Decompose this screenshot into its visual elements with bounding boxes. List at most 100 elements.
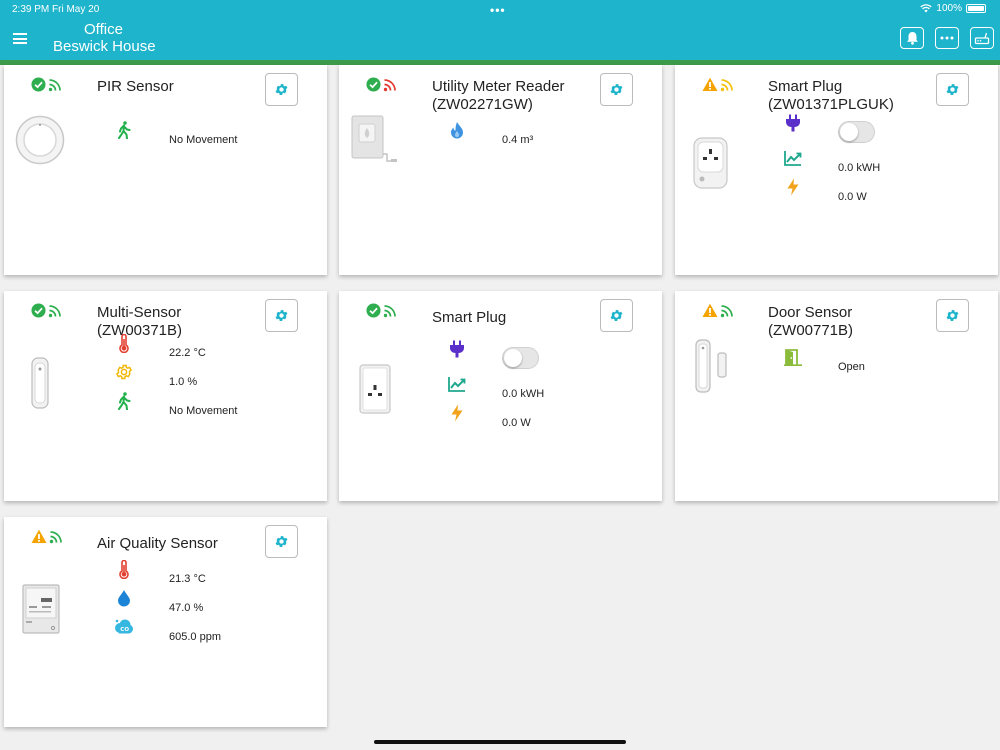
reading-value: 0.0 kWH bbox=[838, 162, 881, 174]
walking-person-icon bbox=[114, 391, 134, 411]
signal-icon bbox=[720, 78, 733, 91]
thermometer-icon bbox=[114, 333, 134, 353]
device-title: Door Sensor (ZW00771B) bbox=[768, 304, 854, 339]
gear-icon bbox=[946, 84, 959, 95]
water-drop-icon bbox=[114, 588, 134, 608]
multi-sensor-device-image bbox=[31, 357, 49, 409]
meter-reader-device-image bbox=[351, 115, 397, 162]
reading-value: No Movement bbox=[169, 134, 238, 146]
device-settings-button[interactable] bbox=[600, 73, 633, 106]
device-card-utility-meter[interactable]: Utility Meter Reader (ZW02271GW) 0.4 m³ bbox=[339, 65, 662, 275]
reading-value: 21.3 °C bbox=[169, 573, 206, 585]
power-toggle[interactable] bbox=[838, 121, 875, 143]
device-card-smart-plug[interactable]: Smart Plug 0.0 kWH 0.0 W bbox=[339, 291, 662, 501]
device-settings-button[interactable] bbox=[600, 299, 633, 332]
warning-triangle-icon bbox=[702, 77, 718, 91]
warning-triangle-icon bbox=[31, 529, 47, 543]
battery-icon bbox=[966, 4, 986, 13]
device-title: Air Quality Sensor bbox=[97, 535, 218, 552]
home-indicator[interactable] bbox=[374, 740, 626, 744]
device-status bbox=[31, 77, 62, 92]
signal-icon bbox=[720, 304, 733, 317]
device-title: Multi-Sensor (ZW00371B) bbox=[97, 304, 183, 339]
ellipsis-icon bbox=[940, 36, 954, 40]
gas-flame-icon bbox=[447, 120, 467, 140]
reading-value: No Movement bbox=[169, 405, 238, 417]
check-circle-icon bbox=[366, 77, 381, 92]
pir-sensor-device-image bbox=[15, 115, 65, 165]
notifications-button[interactable] bbox=[900, 27, 924, 49]
status-time: 2:39 PM Fri May 20 bbox=[12, 4, 100, 15]
signal-icon bbox=[48, 78, 61, 91]
energy-chart-icon bbox=[447, 374, 467, 394]
air-quality-device-image bbox=[22, 584, 60, 634]
device-card-door-sensor[interactable]: Door Sensor (ZW00771B) Open bbox=[675, 291, 998, 501]
smart-plug-device-image bbox=[359, 364, 391, 414]
check-circle-icon bbox=[366, 303, 381, 318]
thermometer-icon bbox=[114, 559, 134, 579]
check-circle-icon bbox=[31, 303, 46, 318]
device-status bbox=[702, 303, 734, 318]
hub-button[interactable] bbox=[970, 27, 994, 49]
reading-value: Open bbox=[838, 361, 865, 373]
reading-value: 0.0 kWH bbox=[502, 388, 545, 400]
device-settings-button[interactable] bbox=[265, 525, 298, 558]
gear-icon bbox=[610, 84, 623, 95]
warning-triangle-icon bbox=[702, 303, 718, 317]
lightning-icon bbox=[783, 177, 803, 197]
open-door-icon bbox=[783, 347, 803, 367]
multitask-dots[interactable]: ••• bbox=[490, 3, 506, 17]
gear-icon bbox=[275, 84, 288, 95]
device-card-pir-sensor[interactable]: PIR Sensor No Movement bbox=[4, 65, 327, 275]
co2-cloud-icon: CO bbox=[114, 617, 134, 637]
device-settings-button[interactable] bbox=[936, 73, 969, 106]
device-card-air-quality-sensor[interactable]: Air Quality Sensor 21.3 °C 47.0 % CO 605… bbox=[4, 517, 327, 727]
energy-chart-icon bbox=[783, 148, 803, 168]
signal-icon bbox=[48, 304, 61, 317]
bell-icon bbox=[906, 32, 918, 45]
room-title: Office bbox=[84, 21, 123, 38]
app-header: 2:39 PM Fri May 20 ••• 100% Office Beswi… bbox=[0, 0, 1000, 60]
reading-value: 0.0 W bbox=[838, 191, 867, 203]
device-card-smart-plug-uk[interactable]: Smart Plug (ZW01371PLGUK) 0.0 kWH 0.0 W bbox=[675, 65, 998, 275]
plug-icon bbox=[447, 339, 467, 359]
more-options-button[interactable] bbox=[935, 27, 959, 49]
site-title: Beswick House bbox=[53, 38, 156, 55]
battery-percent: 100% bbox=[936, 3, 962, 14]
wifi-icon bbox=[920, 4, 933, 13]
gear-icon bbox=[610, 310, 623, 321]
sun-icon bbox=[114, 362, 134, 382]
device-settings-button[interactable] bbox=[936, 299, 969, 332]
walking-person-icon bbox=[114, 120, 134, 140]
hamburger-menu-icon[interactable] bbox=[13, 33, 27, 44]
device-card-multi-sensor[interactable]: Multi-Sensor (ZW00371B) 22.2 °C 1.0 % No… bbox=[4, 291, 327, 501]
reading-value: 22.2 °C bbox=[169, 347, 206, 359]
gear-icon bbox=[946, 310, 959, 321]
gear-icon bbox=[275, 310, 288, 321]
reading-value: 47.0 % bbox=[169, 602, 204, 614]
device-title: Utility Meter Reader (ZW02271GW) bbox=[432, 78, 565, 113]
plug-icon bbox=[783, 113, 803, 133]
device-settings-button[interactable] bbox=[265, 299, 298, 332]
signal-icon bbox=[383, 78, 396, 91]
device-title: Smart Plug (ZW01371PLGUK) bbox=[768, 78, 894, 113]
gear-icon bbox=[275, 536, 288, 547]
reading-value: 0.4 m³ bbox=[502, 134, 534, 146]
svg-text:CO: CO bbox=[120, 627, 129, 633]
device-status bbox=[31, 529, 63, 544]
signal-icon bbox=[383, 304, 396, 317]
signal-icon bbox=[49, 530, 62, 543]
device-title: Smart Plug bbox=[432, 309, 507, 326]
lightning-icon bbox=[447, 403, 467, 423]
reading-value: 1.0 % bbox=[169, 376, 198, 388]
reading-value: 0.0 W bbox=[502, 417, 531, 429]
device-status bbox=[31, 303, 62, 318]
reading-value: 605.0 ppm bbox=[169, 631, 221, 643]
check-circle-icon bbox=[31, 77, 46, 92]
device-settings-button[interactable] bbox=[265, 73, 298, 106]
device-status bbox=[702, 77, 734, 92]
smart-plug-device-image bbox=[693, 137, 728, 189]
status-indicators: 100% bbox=[920, 3, 986, 14]
device-title: PIR Sensor bbox=[97, 78, 174, 95]
power-toggle[interactable] bbox=[502, 347, 539, 369]
